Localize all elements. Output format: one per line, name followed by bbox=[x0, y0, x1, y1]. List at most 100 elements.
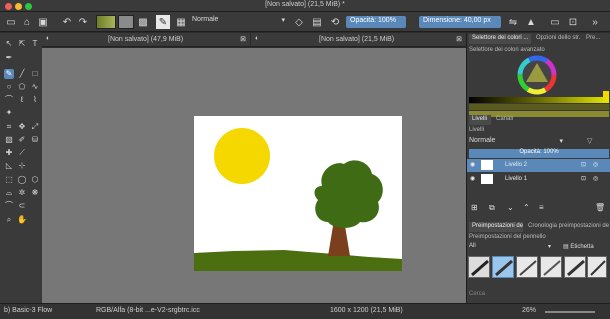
edit-shapes-icon[interactable]: ⇱ bbox=[17, 39, 27, 49]
dynamic-brush-icon[interactable]: ⌇ bbox=[30, 95, 40, 105]
layer-row[interactable]: ◉ Livello 1 ⊡ ◎ bbox=[467, 173, 610, 186]
canvas-viewport[interactable] bbox=[42, 48, 466, 303]
layer-blend-select[interactable]: Normale ▾ bbox=[469, 137, 565, 147]
filter-icon[interactable]: ▽ bbox=[587, 137, 592, 145]
gradient-tool-icon[interactable]: ▧ bbox=[4, 135, 14, 145]
freehand-path-icon[interactable]: ℓ bbox=[17, 95, 27, 105]
close-icon[interactable]: ⊠ bbox=[240, 35, 246, 43]
value-bar-1[interactable] bbox=[469, 97, 609, 103]
smart-patch-icon[interactable]: ✚ bbox=[4, 148, 14, 158]
move-down-icon[interactable]: ⌄ bbox=[507, 203, 514, 212]
lock-icon[interactable]: ⊡ bbox=[581, 175, 586, 182]
magnetic-select-icon[interactable]: ⊂ bbox=[17, 201, 27, 211]
bezier-select-icon[interactable]: ⌒ bbox=[4, 201, 14, 211]
alpha-lock-icon[interactable]: ◎ bbox=[593, 161, 598, 168]
rectangle-tool-icon[interactable]: □ bbox=[30, 69, 40, 79]
visibility-eye-icon[interactable]: ◉ bbox=[470, 175, 475, 182]
lock-icon[interactable]: ⊡ bbox=[581, 161, 586, 168]
visibility-eye-icon[interactable]: ◉ bbox=[470, 161, 475, 168]
new-document-icon[interactable]: ▭ bbox=[4, 15, 18, 29]
ellipse-select-icon[interactable]: ◯ bbox=[17, 175, 27, 185]
layer-row[interactable]: ◉ Livello 2 ⊡ ◎ bbox=[467, 159, 610, 172]
bezier-tool-icon[interactable]: ⌒ bbox=[4, 95, 14, 105]
preset-filter-select[interactable]: All ▾ bbox=[469, 243, 553, 253]
measure-tool-icon[interactable]: ◺ bbox=[4, 161, 14, 171]
brush-preset-2[interactable] bbox=[492, 256, 514, 278]
brush-preset-3[interactable] bbox=[516, 256, 538, 278]
color-swap-icon[interactable]: ▩ bbox=[136, 15, 150, 29]
line-tool-icon[interactable]: ╱ bbox=[17, 69, 27, 79]
assistant-tool-icon[interactable]: ⟋ bbox=[17, 148, 27, 158]
zoom-tool-icon[interactable]: ⌕ bbox=[4, 215, 14, 225]
layer-properties-icon[interactable]: ≡ bbox=[539, 203, 544, 212]
freehand-select-icon[interactable]: ⌓ bbox=[4, 188, 14, 198]
window-mode-icon[interactable]: ▭ bbox=[548, 15, 562, 29]
redo-icon[interactable]: ↷ bbox=[76, 15, 90, 29]
search-input[interactable]: Cerca bbox=[469, 291, 569, 301]
polygon-select-icon[interactable]: ⬡ bbox=[30, 175, 40, 185]
layer-opacity-slider[interactable]: Opacità: 100% bbox=[469, 149, 609, 158]
freehand-brush-icon[interactable]: ✎ bbox=[4, 69, 14, 79]
tab-color-selector[interactable]: Selettore dei colori ... bbox=[469, 34, 531, 44]
fill-tool-icon[interactable]: ⛁ bbox=[30, 135, 40, 145]
tab-preset-history[interactable]: Cronologia preimpostazioni de... bbox=[525, 222, 609, 232]
pan-tool-icon[interactable]: ✋ bbox=[17, 215, 27, 225]
canvas-paper[interactable] bbox=[194, 116, 402, 271]
value-bar-2[interactable] bbox=[469, 104, 609, 110]
crop-tool-icon[interactable]: ⌗ bbox=[4, 122, 14, 132]
rect-select-icon[interactable]: ⬚ bbox=[4, 175, 14, 185]
pattern-grid-icon[interactable]: ▦ bbox=[174, 15, 188, 29]
duplicate-layer-icon[interactable]: ⧉ bbox=[489, 203, 495, 213]
polyline-tool-icon[interactable]: ∿ bbox=[30, 82, 40, 92]
polygon-tool-icon[interactable]: ⬠ bbox=[17, 82, 27, 92]
size-slider[interactable]: Dimensione: 40,00 px bbox=[419, 16, 501, 28]
tab-channels[interactable]: Canali bbox=[493, 115, 517, 125]
gradient-swatch[interactable] bbox=[96, 15, 116, 29]
multibrush-icon[interactable]: ✦ bbox=[4, 108, 14, 118]
text-tool-icon[interactable]: T bbox=[30, 39, 40, 49]
undo-icon[interactable]: ↶ bbox=[60, 15, 74, 29]
contiguous-select-icon[interactable]: ✲ bbox=[17, 188, 27, 198]
zoom-slider[interactable] bbox=[545, 311, 595, 313]
wrap-around-icon[interactable]: ⟲ bbox=[328, 15, 342, 29]
more-options-icon[interactable]: » bbox=[588, 15, 602, 29]
zoom-level[interactable]: 26% bbox=[522, 307, 536, 314]
doc-tab-left[interactable]: ◐ [Non salvato] (47,9 MiB) ⊠ bbox=[42, 33, 250, 47]
brush-preset-6[interactable] bbox=[587, 256, 607, 278]
alpha-lock-icon[interactable]: ◎ bbox=[593, 175, 598, 182]
brush-preset-icon[interactable]: ✎ bbox=[156, 15, 170, 29]
swatch-yellow[interactable] bbox=[603, 91, 609, 97]
similar-select-icon[interactable]: ❋ bbox=[30, 188, 40, 198]
select-shapes-icon[interactable]: ↖ bbox=[4, 39, 14, 49]
calligraphy-icon[interactable]: ✒ bbox=[4, 53, 14, 63]
preset-tag-button[interactable]: ▤ Etichetta bbox=[563, 243, 594, 250]
transform-tool-icon[interactable]: ⤢ bbox=[30, 122, 40, 132]
mirror-horizontal-icon[interactable]: ⇋ bbox=[506, 15, 520, 29]
reference-tool-icon[interactable]: ⊹ bbox=[17, 161, 27, 171]
close-icon[interactable]: ⊠ bbox=[456, 35, 462, 43]
preserve-alpha-icon[interactable]: ▤ bbox=[310, 15, 324, 29]
color-selector-widget[interactable] bbox=[467, 55, 610, 121]
pattern-swatch[interactable] bbox=[118, 15, 134, 29]
doc-tab-right[interactable]: ◐ [Non salvato] (21,5 MiB) ⊠ bbox=[251, 33, 466, 47]
open-folder-icon[interactable]: ⌂ bbox=[20, 15, 34, 29]
tab-presets[interactable]: Pre... bbox=[583, 34, 609, 44]
opacity-slider[interactable]: Opacità: 100% bbox=[346, 16, 406, 28]
brush-preset-4[interactable] bbox=[540, 256, 562, 278]
brush-status[interactable]: b) Basic-3 Flow bbox=[4, 307, 52, 314]
tab-brush-presets[interactable]: Preimpostazioni de... bbox=[469, 222, 523, 232]
lock-icon[interactable]: ⊡ bbox=[566, 15, 580, 29]
mirror-vertical-icon[interactable]: ▲ bbox=[524, 15, 538, 29]
blend-mode-select[interactable]: Normale ▾ bbox=[192, 16, 287, 28]
brush-preset-5[interactable] bbox=[564, 256, 586, 278]
tab-tool-options[interactable]: Opzioni dello str... bbox=[533, 34, 581, 44]
color-picker-icon[interactable]: ✐ bbox=[17, 135, 27, 145]
tab-layers[interactable]: Livelli bbox=[469, 115, 491, 125]
ellipse-tool-icon[interactable]: ○ bbox=[4, 82, 14, 92]
delete-layer-icon[interactable]: 🗑 bbox=[595, 203, 605, 212]
move-tool-icon[interactable]: ✥ bbox=[17, 122, 27, 132]
add-layer-icon[interactable]: ⊞ bbox=[471, 203, 478, 212]
brush-preset-1[interactable] bbox=[468, 256, 490, 278]
move-up-icon[interactable]: ⌃ bbox=[523, 203, 530, 212]
save-icon[interactable]: ▣ bbox=[36, 15, 50, 29]
